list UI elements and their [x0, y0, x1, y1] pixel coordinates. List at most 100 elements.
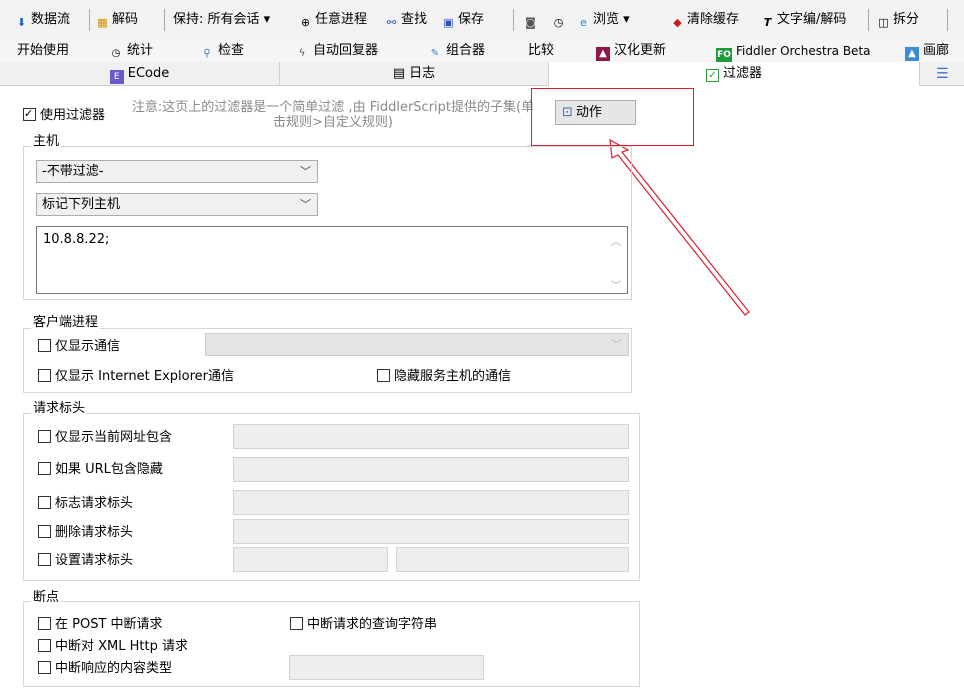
checkbox-icon	[38, 617, 51, 630]
checkbox-icon	[38, 661, 51, 674]
fiddler-orchestra-icon: FO	[716, 48, 732, 62]
decode-grid-icon: ▦	[97, 16, 108, 29]
checkbox-icon	[38, 462, 51, 475]
flag-header-checkbox[interactable]: 标志请求标头	[38, 496, 133, 512]
gallery-icon: ▲	[905, 47, 919, 61]
ecode-icon: E	[109, 70, 124, 84]
checkbox-icon	[38, 525, 51, 538]
tab-ecode[interactable]: E ECode	[0, 62, 280, 85]
text-encode-button[interactable]: T 文字编/解码	[760, 9, 847, 31]
response-type-field[interactable]	[289, 655, 484, 680]
stream-button[interactable]: ⬇ 数据流	[14, 9, 70, 31]
url-contains-checkbox[interactable]: 仅显示当前网址包含	[38, 430, 172, 446]
tab-fiddler-orchestra[interactable]: FO Fiddler Orchestra Beta	[716, 42, 871, 62]
delete-header-checkbox[interactable]: 删除请求标头	[38, 525, 133, 541]
host-mark-select[interactable]: 标记下列主机 ﹀	[36, 193, 318, 216]
down-arrow-icon: ⬇	[16, 16, 27, 29]
checkbox-icon	[38, 339, 51, 352]
tab-get-started[interactable]: 开始使用	[17, 42, 69, 60]
text-wizard-icon: T	[763, 16, 772, 29]
main-toolbar: ⬇ 数据流 ▦ 解码 保持: 所有会话 ▾ ⊕ 任意进程 ⚯ 查找 ▣ 保存 ◙ ◷ e浏…	[0, 0, 964, 41]
hide-service-host-checkbox[interactable]: 隐藏服务主机的通信	[377, 369, 511, 385]
scroll-up-icon[interactable]: ︿	[611, 233, 621, 248]
camera-icon: ◙	[525, 16, 536, 29]
tab-filters[interactable]: ✓ 过滤器	[549, 62, 920, 86]
tab-log[interactable]: ▤ 日志	[280, 62, 549, 85]
toolbar-separator	[947, 9, 948, 31]
checkbox-icon	[38, 639, 51, 652]
use-filters-checkbox[interactable]: 使用过滤器	[23, 106, 105, 124]
eraser-icon: ◆	[673, 16, 682, 29]
menu-icon[interactable]: ☰	[936, 66, 949, 82]
stopwatch-icon: ◷	[111, 48, 121, 59]
log-icon: ▤	[392, 66, 406, 81]
break-query-checkbox[interactable]: 中断请求的查询字符串	[290, 617, 437, 633]
edit-icon: ✎	[430, 48, 440, 59]
inspect-icon: ⚲	[203, 48, 211, 59]
checkbox-icon	[377, 369, 390, 382]
clear-cache-button[interactable]: ◆ 清除缓存	[670, 9, 739, 31]
ie-browser-icon: e	[580, 16, 587, 29]
sub-tab-bar: E ECode ▤ 日志 ✓ 过滤器 ☰	[0, 62, 964, 86]
action-button[interactable]: ⊡ 动作	[555, 100, 636, 125]
any-process-button[interactable]: ⊕ 任意进程	[298, 9, 367, 31]
find-button[interactable]: ⚯ 查找	[384, 9, 427, 31]
scroll-down-icon[interactable]: ﹀	[611, 277, 621, 292]
break-xhr-checkbox[interactable]: 中断对 XML Http 请求	[38, 639, 188, 655]
tab-compare[interactable]: 比较	[528, 42, 554, 60]
url-contains-field[interactable]	[233, 424, 629, 449]
hide-if-url-checkbox[interactable]: 如果 URL包含隐藏	[38, 462, 163, 478]
decode-button[interactable]: ▦ 解码	[95, 9, 138, 31]
tab-chinese-update[interactable]: ▲ 汉化更新	[596, 42, 666, 61]
tab-composer[interactable]: ✎ 组合器	[428, 42, 485, 60]
crosshair-icon: ⊕	[300, 16, 311, 29]
flag-header-field[interactable]	[233, 490, 629, 515]
tab-inspectors[interactable]: ⚲ 检查	[200, 42, 244, 60]
chevron-down-icon: ﹀	[300, 198, 311, 211]
set-header-checkbox[interactable]: 设置请求标头	[38, 553, 133, 569]
screenshot-button[interactable]: ◙	[523, 9, 540, 31]
checkbox-icon	[38, 369, 51, 382]
checkbox-checked-icon: ✓	[705, 69, 719, 82]
tab-gallery[interactable]: ▲ 画廊	[905, 42, 949, 61]
client-process-group-title: 客户端进程	[31, 315, 101, 331]
toolbar-separator	[164, 9, 165, 31]
request-headers-group-title: 请求标头	[31, 401, 88, 417]
chevron-down-icon: ﹀	[611, 338, 622, 351]
checkbox-icon	[38, 553, 51, 566]
checkbox-checked-icon	[23, 106, 36, 122]
checkbox-icon	[290, 617, 303, 630]
timer-button[interactable]: ◷	[551, 9, 568, 31]
set-header-name-field[interactable]	[233, 547, 388, 572]
lightning-icon: ϟ	[298, 48, 306, 59]
action-icon: ⊡	[562, 105, 573, 120]
break-post-checkbox[interactable]: 在 POST 中断请求	[38, 617, 163, 633]
break-response-type-checkbox[interactable]: 中断响应的内容类型	[38, 661, 172, 677]
checkbox-icon	[38, 430, 51, 443]
keep-sessions-dropdown[interactable]: 保持: 所有会话 ▾	[173, 9, 270, 31]
browse-button[interactable]: e 浏览 ▾	[576, 9, 630, 31]
update-arrow-icon: ▲	[596, 47, 610, 61]
tab-statistics[interactable]: ◷ 统计	[109, 42, 153, 60]
top-tab-bar: 开始使用 ◷ 统计 ⚲ 检查 ϟ 自动回复器 ✎ 组合器 比较 ▲ 汉化更新 FO Fidd…	[0, 40, 964, 63]
filters-note: 注意:这页上的过滤器是一个简单过滤 ,由 FiddlerScript提供的子集(…	[131, 100, 535, 130]
hosts-textarea[interactable]: 10.8.8.22; ︿ ﹀	[36, 226, 628, 294]
host-filter-select[interactable]: -不带过滤- ﹀	[36, 160, 318, 183]
save-button[interactable]: ▣ 保存	[441, 9, 484, 31]
toolbar-separator	[868, 9, 869, 31]
process-select[interactable]: ﹀	[205, 333, 629, 356]
only-show-traffic-checkbox[interactable]: 仅显示通信	[38, 339, 120, 355]
split-button[interactable]: ◫ 拆分	[876, 9, 919, 31]
set-header-value-field[interactable]	[396, 547, 629, 572]
toolbar-separator	[89, 9, 90, 31]
chevron-down-icon: ﹀	[300, 165, 311, 178]
toolbar-separator	[513, 9, 514, 31]
save-icon: ▣	[443, 16, 454, 29]
delete-header-field[interactable]	[233, 519, 629, 544]
binoculars-icon: ⚯	[386, 16, 397, 29]
hide-if-url-field[interactable]	[233, 457, 629, 482]
tab-autoresponder[interactable]: ϟ 自动回复器	[295, 42, 378, 60]
only-show-ie-checkbox[interactable]: 仅显示 Internet Explorer通信	[38, 369, 234, 385]
checkbox-icon	[38, 496, 51, 509]
timer-icon: ◷	[553, 16, 564, 29]
